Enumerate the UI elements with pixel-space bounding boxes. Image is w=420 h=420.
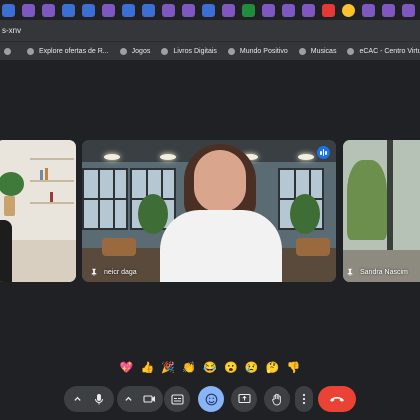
reaction-emoji-button[interactable]: 🎉	[161, 361, 176, 376]
present-screen-icon	[237, 393, 251, 404]
tab-favicon-icon[interactable]	[102, 3, 115, 17]
reaction-emoji-button[interactable]: 👎	[286, 361, 301, 376]
address-text[interactable]: s-xnv	[2, 26, 21, 35]
tab-favicon-icon[interactable]	[142, 3, 155, 17]
bookmark-item[interactable]	[4, 47, 16, 55]
captions-button[interactable]	[164, 386, 190, 412]
browser-address-bar[interactable]: s-xnv	[0, 20, 420, 41]
participant-name-center: neicr daga	[90, 268, 137, 276]
globe-icon	[298, 47, 306, 55]
participant-name-right: Sandra Nascim	[346, 268, 408, 276]
globe-icon	[4, 47, 11, 55]
participant-tile-right[interactable]: Sandra Nascim	[343, 140, 420, 282]
globe-icon	[347, 47, 355, 55]
reactions-button[interactable]	[198, 386, 224, 412]
participant-video-left	[0, 220, 12, 282]
tab-favicon-icon[interactable]	[42, 3, 55, 17]
camera-button[interactable]	[137, 386, 161, 412]
meeting-stage: neicr daga Sandra Nascim 💖 👍 🎉 👏 😂 😮 😢 🤔 👎	[0, 60, 420, 420]
bookmark-item[interactable]: Mundo Positivo	[227, 47, 288, 55]
participant-tile-left[interactable]	[0, 140, 76, 282]
microphone-button[interactable]	[87, 386, 111, 412]
globe-icon	[227, 47, 235, 55]
bookmark-item[interactable]: Explore ofertas de R...	[27, 47, 109, 55]
tab-favicon-icon[interactable]	[242, 3, 255, 17]
pin-icon	[91, 268, 97, 276]
hang-up-icon	[330, 397, 344, 402]
bookmark-label: Mundo Positivo	[239, 47, 288, 55]
present-screen-button[interactable]	[231, 386, 257, 412]
reaction-emoji-button[interactable]: 😮	[223, 361, 238, 376]
reaction-emoji-button[interactable]: 👍	[140, 361, 155, 376]
emoji-icon	[205, 393, 217, 405]
reaction-emoji-button[interactable]: 💖	[119, 361, 134, 376]
bookmark-label: Jogos	[131, 47, 151, 55]
meeting-controls	[0, 386, 420, 416]
reactions-bar: 💖 👍 🎉 👏 😂 😮 😢 🤔 👎	[117, 358, 303, 378]
bookmarks-bar: Explore ofertas de R... Jogos Livros Digit…	[0, 41, 420, 60]
tab-favicon-icon[interactable]	[222, 3, 235, 17]
bookmark-item[interactable]: Musicas	[298, 47, 337, 55]
tab-favicon-icon[interactable]	[342, 3, 355, 17]
reaction-emoji-button[interactable]: 😂	[203, 361, 218, 376]
video-camera-icon	[142, 395, 155, 403]
bookmark-label: Explore ofertas de R...	[39, 47, 109, 55]
more-vert-icon	[302, 393, 306, 405]
tab-favicon-icon[interactable]	[402, 3, 415, 17]
tab-favicon-icon[interactable]	[82, 3, 95, 17]
tab-favicon-icon[interactable]	[62, 3, 75, 17]
tab-favicon-icon[interactable]	[182, 3, 195, 17]
tab-favicon-icon[interactable]	[202, 3, 215, 17]
bookmark-label: Livros Digitais	[173, 47, 217, 55]
globe-icon	[161, 47, 169, 55]
tab-favicon-icon[interactable]	[262, 3, 275, 17]
tab-favicon-icon[interactable]	[302, 3, 315, 17]
camera-options-chevron-icon[interactable]	[121, 386, 135, 412]
tab-favicon-icon[interactable]	[2, 3, 15, 17]
mic-options-chevron-icon[interactable]	[70, 386, 84, 412]
tab-favicon-icon[interactable]	[322, 3, 335, 17]
pin-icon	[347, 268, 353, 276]
tab-favicon-icon[interactable]	[122, 3, 135, 17]
participant-tile-center[interactable]: neicr daga	[82, 140, 336, 282]
bookmark-item[interactable]: Jogos	[119, 47, 151, 55]
reaction-emoji-button[interactable]: 🤔	[265, 361, 280, 376]
tab-favicon-icon[interactable]	[382, 3, 395, 17]
tab-favicon-icon[interactable]	[162, 3, 175, 17]
microphone-icon	[95, 394, 103, 405]
globe-icon	[27, 47, 34, 55]
participant-video-center	[194, 150, 246, 212]
captions-icon	[170, 393, 184, 405]
speaking-indicator-icon	[317, 146, 330, 159]
raise-hand-button[interactable]	[264, 386, 290, 412]
bookmark-label: eCAC - Centro Virtu...	[359, 47, 420, 55]
bookmark-item[interactable]: eCAC - Centro Virtu...	[347, 47, 420, 55]
bookmark-label: Musicas	[310, 47, 337, 55]
more-options-button[interactable]	[295, 386, 313, 412]
tab-favicon-icon[interactable]	[362, 3, 375, 17]
bookmark-item[interactable]: Livros Digitais	[161, 47, 217, 55]
tab-favicon-icon[interactable]	[282, 3, 295, 17]
reaction-emoji-button[interactable]: 👏	[182, 361, 197, 376]
reaction-emoji-button[interactable]: 😢	[244, 361, 259, 376]
tab-favicon-icon[interactable]	[22, 3, 35, 17]
raise-hand-icon	[272, 393, 281, 405]
browser-tab-strip	[0, 0, 420, 20]
hang-up-button[interactable]	[318, 386, 356, 412]
globe-icon	[119, 47, 127, 55]
